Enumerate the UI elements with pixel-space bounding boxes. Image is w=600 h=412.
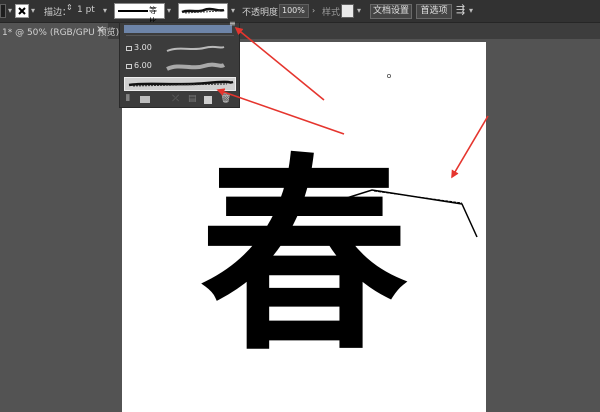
- anchor-point: [386, 74, 391, 79]
- brush-row-2[interactable]: 6.00: [124, 59, 236, 75]
- panel-footer: ⫴ ⤫ ▤ 🗑: [124, 94, 236, 106]
- stroke-weight-field[interactable]: 1 pt: [77, 5, 95, 15]
- chevron-down-icon[interactable]: ▾: [103, 6, 107, 15]
- trash-icon[interactable]: 🗑: [220, 94, 231, 104]
- calligraphic-brush-icon: [126, 64, 132, 69]
- brush-definition-dropdown[interactable]: [178, 3, 228, 19]
- chevron-down-icon[interactable]: ▾: [8, 6, 12, 15]
- opacity-field[interactable]: 100%: [279, 4, 309, 18]
- opacity-value: 100%: [282, 6, 305, 15]
- brush-preview-icon: [181, 7, 225, 14]
- stepper-icon[interactable]: ⇕: [66, 3, 73, 12]
- calligraphy-character: 春: [200, 137, 408, 379]
- control-bar: ▾ ▾ 描边： ⇕ 1 pt ▾ 等比 ▾ ▾ 不透明度： 100% › 样式：…: [0, 0, 600, 26]
- chevron-down-icon[interactable]: ▾: [231, 6, 235, 15]
- chevron-down-icon[interactable]: ▾: [357, 6, 361, 15]
- brush-library-icon[interactable]: ⫴: [126, 94, 130, 104]
- brush-size: 6.00: [134, 61, 152, 70]
- library-panel-icon[interactable]: [140, 96, 150, 103]
- fill-swatch[interactable]: [0, 4, 6, 18]
- preferences-button[interactable]: 首选项: [416, 4, 452, 19]
- brush-stroke-preview: [128, 80, 234, 87]
- brush-size: 3.00: [134, 43, 152, 52]
- panel-top-strip: [124, 25, 232, 33]
- arrange-documents-icon[interactable]: ⇶: [456, 3, 465, 16]
- brush-stroke-preview: [166, 62, 226, 71]
- new-brush-icon[interactable]: [204, 96, 212, 104]
- brush-stroke-preview: [166, 45, 225, 52]
- chevron-right-icon[interactable]: ›: [312, 6, 315, 15]
- none-swatch-icon: [18, 7, 26, 15]
- chevron-down-icon[interactable]: ▾: [31, 6, 35, 15]
- remove-brush-stroke-icon[interactable]: ⤫: [172, 94, 179, 104]
- calligraphic-brush-icon: [126, 46, 132, 51]
- panel-menu-icon[interactable]: ≡: [229, 19, 236, 28]
- stroke-swatch[interactable]: [15, 4, 29, 18]
- document-tab[interactable]: 1* @ 50% (RGB/GPU 预览) ×: [0, 23, 119, 39]
- brush-options-icon[interactable]: ▤: [188, 94, 197, 104]
- brush-row-1[interactable]: 3.00: [124, 41, 236, 57]
- chevron-down-icon[interactable]: ▾: [469, 6, 473, 15]
- panel-divider: [126, 35, 234, 36]
- document-setup-button[interactable]: 文档设置: [370, 4, 412, 19]
- close-icon[interactable]: ×: [96, 24, 104, 35]
- chevron-down-icon[interactable]: ▾: [167, 6, 171, 15]
- graphic-style-swatch[interactable]: [341, 4, 354, 18]
- brushes-panel: ≡ 3.00 6.00 ⫴ ⤫ ▤ 🗑: [119, 19, 240, 108]
- stroke-profile-dropdown[interactable]: 等比: [114, 3, 165, 26]
- brush-row-selected[interactable]: [124, 77, 236, 91]
